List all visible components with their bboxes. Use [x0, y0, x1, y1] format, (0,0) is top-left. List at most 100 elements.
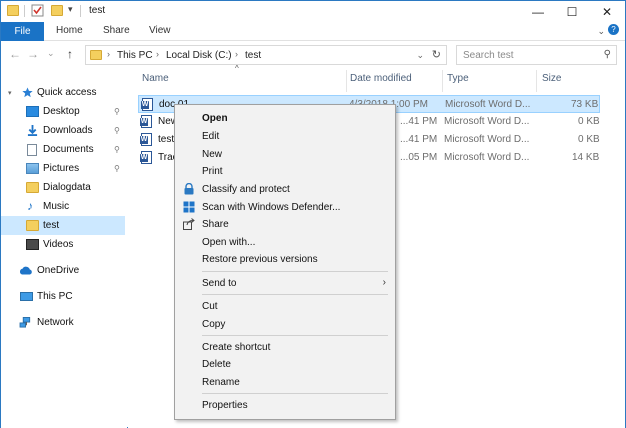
- sidebar-item-label: Music: [43, 201, 70, 212]
- column-header-name[interactable]: Name: [142, 73, 169, 84]
- documents-icon: [27, 143, 37, 156]
- folder-icon: [26, 182, 39, 193]
- menu-separator: [202, 393, 388, 394]
- address-row: ← → ⌄ ↑ › This PC › Local Disk (C:) › te…: [1, 42, 625, 68]
- search-input[interactable]: Search test ⚲: [456, 45, 617, 65]
- breadcrumb-local-disk[interactable]: Local Disk (C:): [166, 50, 232, 61]
- chevron-right-icon[interactable]: ›: [107, 49, 110, 59]
- up-button[interactable]: ↑: [67, 47, 73, 61]
- pin-icon[interactable]: ⚲: [114, 145, 120, 154]
- sidebar-item-downloads[interactable]: Downloads ⚲: [1, 121, 125, 140]
- explorer-window: ▾ test — ☐ ✕ File Home Share View ⌄ ? ← …: [0, 0, 626, 428]
- network-icon: [19, 317, 31, 328]
- tab-share[interactable]: Share: [103, 25, 130, 36]
- menu-item-copy[interactable]: Copy: [175, 316, 395, 333]
- file-size: 0 KB: [578, 116, 600, 127]
- sidebar-item-documents[interactable]: Documents ⚲: [1, 140, 125, 159]
- file-size: 14 KB: [572, 152, 600, 163]
- menu-item-delete[interactable]: Delete: [175, 356, 395, 373]
- sidebar-item-dialogdata[interactable]: Dialogdata: [1, 178, 125, 197]
- menu-separator: [202, 335, 388, 336]
- close-button[interactable]: ✕: [591, 1, 623, 22]
- file-type: Microsoft Word D...: [445, 99, 531, 110]
- chevron-right-icon[interactable]: ›: [156, 49, 159, 59]
- ribbon-expand-icon[interactable]: ⌄: [597, 26, 605, 37]
- menu-item-label: Edit: [202, 131, 220, 142]
- menu-item-open[interactable]: Open: [175, 110, 395, 127]
- pictures-icon: [26, 163, 39, 174]
- menu-item-create-shortcut[interactable]: Create shortcut: [175, 339, 395, 356]
- new-folder-icon[interactable]: [51, 5, 63, 16]
- menu-item-classify-protect[interactable]: Classify and protect: [175, 181, 395, 198]
- file-type: Microsoft Word D...: [444, 116, 530, 127]
- sidebar-item-test[interactable]: test: [1, 216, 125, 235]
- search-icon[interactable]: ⚲: [604, 49, 611, 60]
- column-divider[interactable]: [536, 70, 537, 92]
- address-dropdown-icon[interactable]: ⌄: [416, 50, 424, 61]
- menu-item-label: Classify and protect: [202, 184, 290, 195]
- forward-button[interactable]: →: [27, 47, 39, 61]
- menu-item-scan-defender[interactable]: Scan with Windows Defender...: [175, 199, 395, 216]
- menu-item-properties[interactable]: Properties: [175, 397, 395, 414]
- tab-view[interactable]: View: [149, 25, 171, 36]
- sidebar-item-this-pc[interactable]: This PC: [1, 287, 125, 306]
- menu-item-edit[interactable]: Edit: [175, 128, 395, 145]
- word-doc-icon: [140, 133, 152, 146]
- expand-arrow-icon[interactable]: ▾: [8, 89, 12, 97]
- menu-item-send-to[interactable]: Send to ›: [175, 275, 395, 292]
- menu-item-label: Scan with Windows Defender...: [202, 202, 341, 213]
- refresh-icon[interactable]: ↻: [432, 48, 441, 61]
- sidebar-item-label: Videos: [43, 239, 74, 250]
- divider: [80, 5, 81, 17]
- sidebar-item-onedrive[interactable]: OneDrive: [1, 261, 125, 280]
- title-bar: ▾ test — ☐ ✕: [1, 1, 625, 22]
- help-icon[interactable]: ?: [608, 24, 619, 35]
- qat-dropdown-icon[interactable]: ▾: [68, 4, 73, 15]
- cloud-icon: [19, 266, 32, 275]
- column-header-date[interactable]: Date modified: [350, 73, 412, 84]
- menu-item-rename[interactable]: Rename: [175, 374, 395, 391]
- breadcrumb-this-pc[interactable]: This PC: [117, 50, 153, 61]
- minimize-button[interactable]: —: [522, 1, 554, 22]
- word-doc-icon: [141, 98, 153, 111]
- tab-home[interactable]: Home: [56, 25, 83, 36]
- address-bar[interactable]: › This PC › Local Disk (C:) › test ⌄ ↻: [85, 45, 447, 65]
- column-header-size[interactable]: Size: [542, 73, 561, 84]
- menu-item-new[interactable]: New: [175, 146, 395, 163]
- maximize-button[interactable]: ☐: [556, 1, 588, 22]
- sidebar-item-desktop[interactable]: Desktop ⚲: [1, 102, 125, 121]
- menu-item-label: Restore previous versions: [202, 254, 318, 265]
- word-doc-icon: [140, 115, 152, 128]
- search-placeholder: Search test: [463, 50, 514, 61]
- sidebar-item-pictures[interactable]: Pictures ⚲: [1, 159, 125, 178]
- sidebar-item-videos[interactable]: Videos: [1, 235, 125, 254]
- properties-check-icon[interactable]: [31, 4, 44, 17]
- menu-item-cut[interactable]: Cut: [175, 298, 395, 315]
- sidebar-item-quick-access[interactable]: ▾ Quick access: [1, 83, 125, 102]
- recent-locations-icon[interactable]: ⌄: [47, 48, 55, 59]
- sidebar-item-label: Dialogdata: [43, 182, 91, 193]
- column-header-type[interactable]: Type: [447, 73, 469, 84]
- pin-icon[interactable]: ⚲: [114, 126, 120, 135]
- menu-item-label: Send to: [202, 278, 237, 289]
- menu-item-label: Rename: [202, 377, 240, 388]
- menu-item-print[interactable]: Print: [175, 163, 395, 180]
- star-icon: [22, 87, 33, 98]
- menu-item-restore-versions[interactable]: Restore previous versions: [175, 251, 395, 268]
- download-icon: [27, 125, 38, 136]
- column-divider[interactable]: [442, 70, 443, 92]
- sidebar-item-network[interactable]: Network: [1, 313, 125, 332]
- menu-item-open-with[interactable]: Open with...: [175, 234, 395, 251]
- column-divider[interactable]: [346, 70, 347, 92]
- tab-file[interactable]: File: [1, 22, 44, 41]
- pin-icon[interactable]: ⚲: [114, 164, 120, 173]
- chevron-right-icon[interactable]: ›: [235, 49, 238, 59]
- menu-item-label: Share: [202, 219, 229, 230]
- menu-item-share[interactable]: Share: [175, 216, 395, 233]
- pin-icon[interactable]: ⚲: [114, 107, 120, 116]
- back-button[interactable]: ←: [9, 47, 21, 61]
- breadcrumb-test[interactable]: test: [245, 50, 261, 61]
- sidebar-item-music[interactable]: ♪ Music: [1, 197, 125, 216]
- menu-item-label: Print: [202, 166, 223, 177]
- file-date: ...41 PM: [400, 116, 438, 127]
